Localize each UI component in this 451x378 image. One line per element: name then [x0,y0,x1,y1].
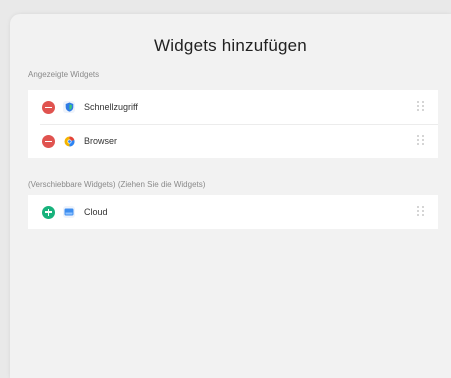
widget-row-schnellzugriff[interactable]: Schnellzugriff [28,90,438,124]
widget-name: Browser [84,136,118,146]
add-widget-button[interactable] [42,205,55,219]
drag-handle-icon[interactable] [417,135,424,147]
displayed-widgets-label: Angezeigte Widgets [28,70,100,79]
drag-handle-icon[interactable] [417,101,424,113]
cloud-icon [63,206,75,218]
widget-row-browser[interactable]: Browser [28,124,438,158]
page-title: Widgets hinzufügen [154,36,307,55]
remove-widget-button[interactable] [42,134,55,148]
remove-widget-button[interactable] [42,100,55,114]
drag-handle-icon[interactable] [417,206,424,218]
displayed-widgets-list: Schnellzugriff Browser [28,90,438,158]
add-widgets-panel: Widgets hinzufügen Angezeigte Widgets Sc… [10,14,451,378]
widget-name: Cloud [84,207,108,217]
available-widgets-list: Cloud [28,195,438,229]
widget-row-cloud[interactable]: Cloud [28,195,438,229]
available-widgets-label: (Verschiebbare Widgets) (Ziehen Sie die … [28,180,206,189]
browser-icon [63,135,75,147]
shield-icon [63,101,75,113]
widget-name: Schnellzugriff [84,102,138,112]
